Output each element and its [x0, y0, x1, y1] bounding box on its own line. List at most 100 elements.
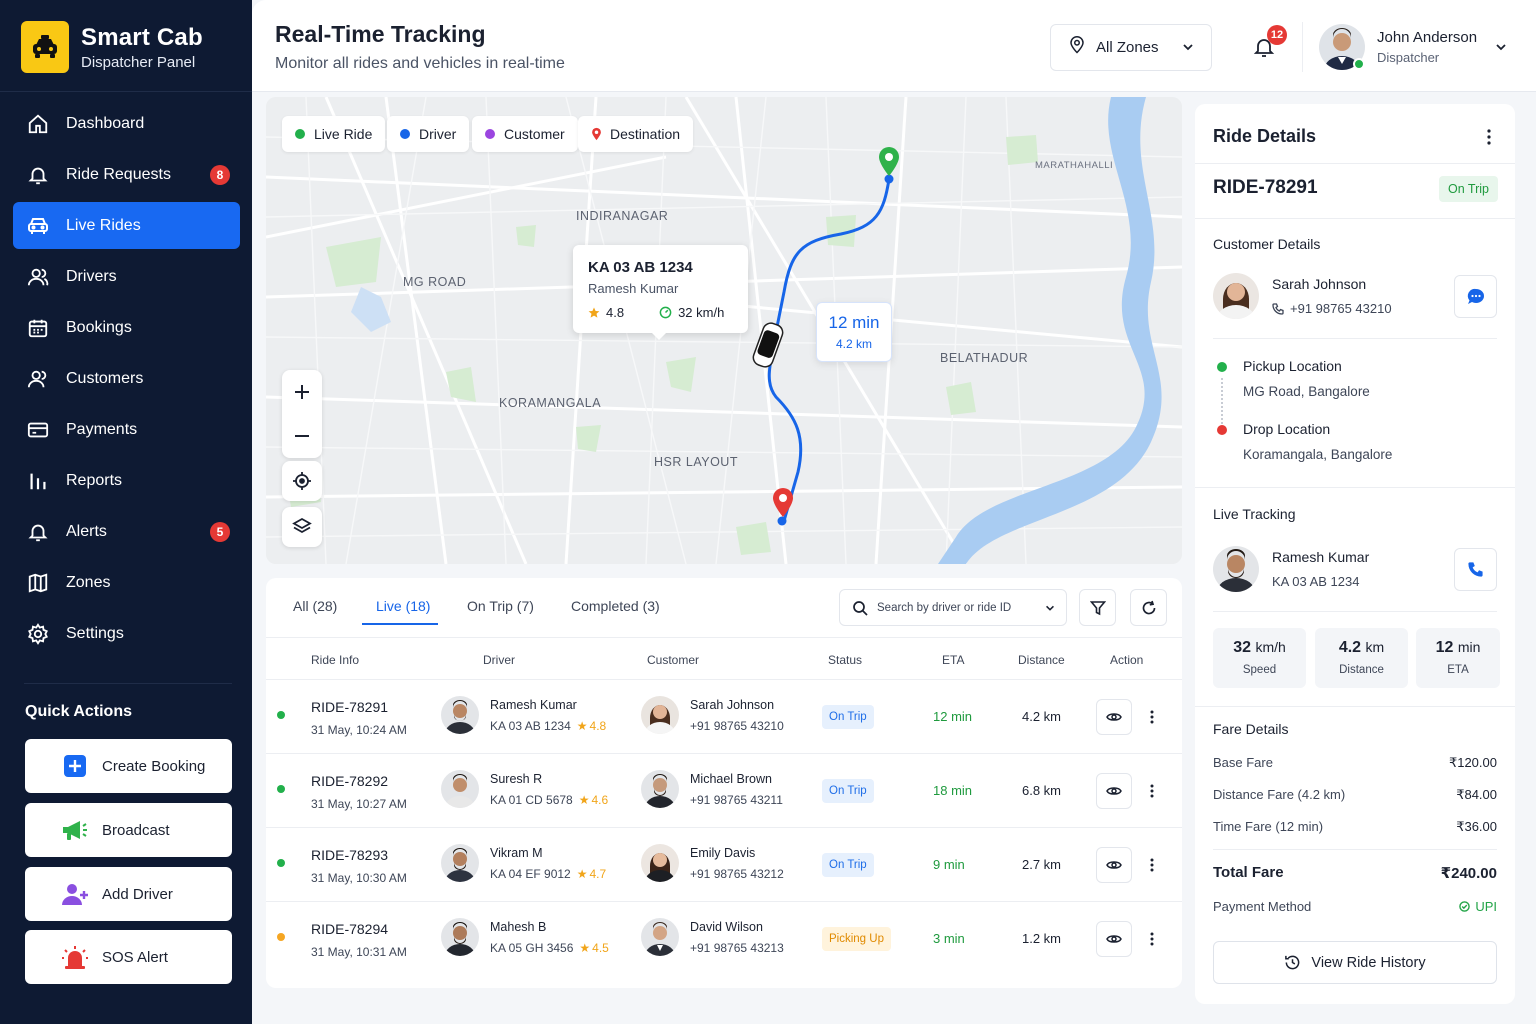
divider — [1195, 163, 1515, 164]
add-driver-button[interactable]: Add Driver — [25, 867, 232, 921]
search-input[interactable] — [877, 601, 1037, 614]
tab-on-trip[interactable]: On Trip (7) — [467, 598, 534, 614]
more-options-icon[interactable] — [1144, 929, 1160, 949]
vehicle-marker-icon[interactable] — [752, 319, 784, 376]
megaphone-icon — [61, 816, 89, 844]
column-header: ETA — [942, 653, 965, 667]
ride-tabs: All (28) Live (18) On Trip (7) Completed… — [266, 578, 1182, 637]
view-ride-button[interactable] — [1096, 699, 1132, 735]
main-nav: Dashboard Ride Requests 8 Live Rides Dri… — [13, 100, 240, 661]
zone-select[interactable]: All Zones — [1050, 24, 1212, 71]
more-options-icon[interactable] — [1144, 855, 1160, 875]
broadcast-button[interactable]: Broadcast — [25, 803, 232, 857]
vehicle-rating: 4.8 — [606, 305, 625, 320]
avatar — [641, 770, 679, 808]
fare-label: Base Fare — [1213, 755, 1273, 770]
chevron-down-icon[interactable] — [1494, 40, 1508, 59]
brand[interactable]: Smart Cab Dispatcher Panel — [21, 21, 203, 73]
tab-all[interactable]: All (28) — [293, 598, 337, 614]
legend-label: Driver — [419, 126, 457, 142]
table-header: Ride Info Driver Customer Status ETA Dis… — [266, 637, 1182, 680]
more-options-icon[interactable] — [1144, 781, 1160, 801]
table-row[interactable]: RIDE-78291 31 May, 10:24 AM Ramesh Kumar… — [266, 680, 1182, 754]
eta-time: 12 min — [828, 313, 880, 332]
zone-select-value: All Zones — [1096, 39, 1159, 56]
ride-distance: 1.2 km — [1022, 931, 1062, 946]
plus-square-icon — [61, 752, 89, 780]
sidebar-item-drivers[interactable]: Drivers — [13, 253, 240, 300]
car-icon — [26, 214, 50, 238]
status-dot — [277, 859, 285, 867]
total-fare-row: Total Fare ₹240.00 — [1213, 864, 1497, 882]
message-customer-button[interactable] — [1454, 275, 1497, 318]
legend-destination[interactable]: Destination — [578, 116, 694, 152]
call-driver-button[interactable] — [1454, 548, 1497, 591]
user-menu[interactable]: John Anderson Dispatcher — [1319, 24, 1477, 70]
destination-pin-icon[interactable] — [877, 145, 901, 182]
customer-name: Sarah Johnson — [1272, 276, 1367, 292]
more-options-icon[interactable] — [1481, 128, 1497, 146]
customer-card: Sarah Johnson +91 98765 43210 — [1213, 273, 1392, 319]
online-status-dot — [1353, 58, 1365, 70]
bar-chart-icon — [26, 469, 50, 493]
vehicle-info-popup[interactable]: KA 03 AB 1234 Ramesh Kumar 4.8 32 km/h — [573, 245, 748, 340]
ride-id: RIDE-78291 — [1213, 177, 1318, 198]
filter-button[interactable] — [1079, 589, 1116, 626]
column-header: Driver — [483, 653, 515, 667]
tab-completed[interactable]: Completed (3) — [571, 598, 660, 614]
view-ride-button[interactable] — [1096, 921, 1132, 957]
sidebar-item-reports[interactable]: Reports — [13, 457, 240, 504]
refresh-icon — [1141, 600, 1157, 616]
drop-location: Koramangala, Bangalore — [1243, 447, 1393, 462]
legend-live-ride[interactable]: Live Ride — [282, 116, 386, 152]
legend-customer[interactable]: Customer — [472, 116, 578, 152]
status-dot — [277, 711, 285, 719]
column-header: Status — [828, 653, 863, 667]
card-icon — [26, 418, 50, 442]
sos-alert-button[interactable]: SOS Alert — [25, 930, 232, 984]
sidebar: Smart Cab Dispatcher Panel Dashboard Rid… — [0, 0, 252, 1024]
sidebar-item-payments[interactable]: Payments — [13, 406, 240, 453]
sidebar-item-customers[interactable]: Customers — [13, 355, 240, 402]
view-ride-history-button[interactable]: View Ride History — [1213, 941, 1497, 984]
more-options-icon[interactable] — [1144, 707, 1160, 727]
speed-icon — [659, 306, 672, 319]
table-row[interactable]: RIDE-78292 31 May, 10:27 AM Suresh R KA … — [266, 754, 1182, 828]
stat-unit: min — [1457, 639, 1481, 655]
divider — [1213, 849, 1497, 850]
sidebar-item-live-rides[interactable]: Live Rides — [13, 202, 240, 249]
sidebar-item-zones[interactable]: Zones — [13, 559, 240, 606]
table-row[interactable]: RIDE-78293 31 May, 10:30 AM Vikram M KA … — [266, 828, 1182, 902]
sidebar-item-settings[interactable]: Settings — [13, 610, 240, 657]
locate-button[interactable] — [282, 461, 322, 501]
column-header: Action — [1110, 653, 1144, 667]
layers-button[interactable] — [282, 507, 322, 547]
sidebar-item-label: Alerts — [66, 522, 107, 540]
chevron-down-icon[interactable] — [1044, 601, 1056, 619]
crosshair-icon — [292, 471, 312, 491]
tab-live[interactable]: Live (18) — [376, 598, 430, 614]
zoom-out-icon[interactable] — [293, 414, 311, 458]
legend-label: Destination — [610, 126, 681, 142]
ride-distance: 6.8 km — [1022, 783, 1062, 798]
star-icon: ★ — [576, 866, 588, 881]
sidebar-item-bookings[interactable]: Bookings — [13, 304, 240, 351]
taxi-logo-icon — [21, 21, 69, 73]
customer-phone: +91 98765 43212 — [690, 866, 784, 881]
view-ride-button[interactable] — [1096, 847, 1132, 883]
view-ride-button[interactable] — [1096, 773, 1132, 809]
sidebar-item-dashboard[interactable]: Dashboard — [13, 100, 240, 147]
legend-dot — [295, 129, 305, 139]
sidebar-item-alerts[interactable]: Alerts 5 — [13, 508, 240, 555]
live-map[interactable]: INDIRANAGAR MG ROAD KORAMANGALA HSR LAYO… — [266, 97, 1182, 564]
refresh-button[interactable] — [1130, 589, 1167, 626]
legend-driver[interactable]: Driver — [387, 116, 470, 152]
star-icon: ★ — [576, 718, 588, 733]
table-row[interactable]: RIDE-78294 31 May, 10:31 AM Mahesh B KA … — [266, 902, 1182, 976]
zoom-in-icon[interactable] — [293, 370, 311, 414]
driver-rating: 4.8 — [589, 718, 607, 733]
pickup-pin-icon[interactable] — [771, 486, 795, 523]
sidebar-item-ride-requests[interactable]: Ride Requests 8 — [13, 151, 240, 198]
pickup-dot — [1217, 362, 1227, 372]
create-booking-button[interactable]: Create Booking — [25, 739, 232, 793]
